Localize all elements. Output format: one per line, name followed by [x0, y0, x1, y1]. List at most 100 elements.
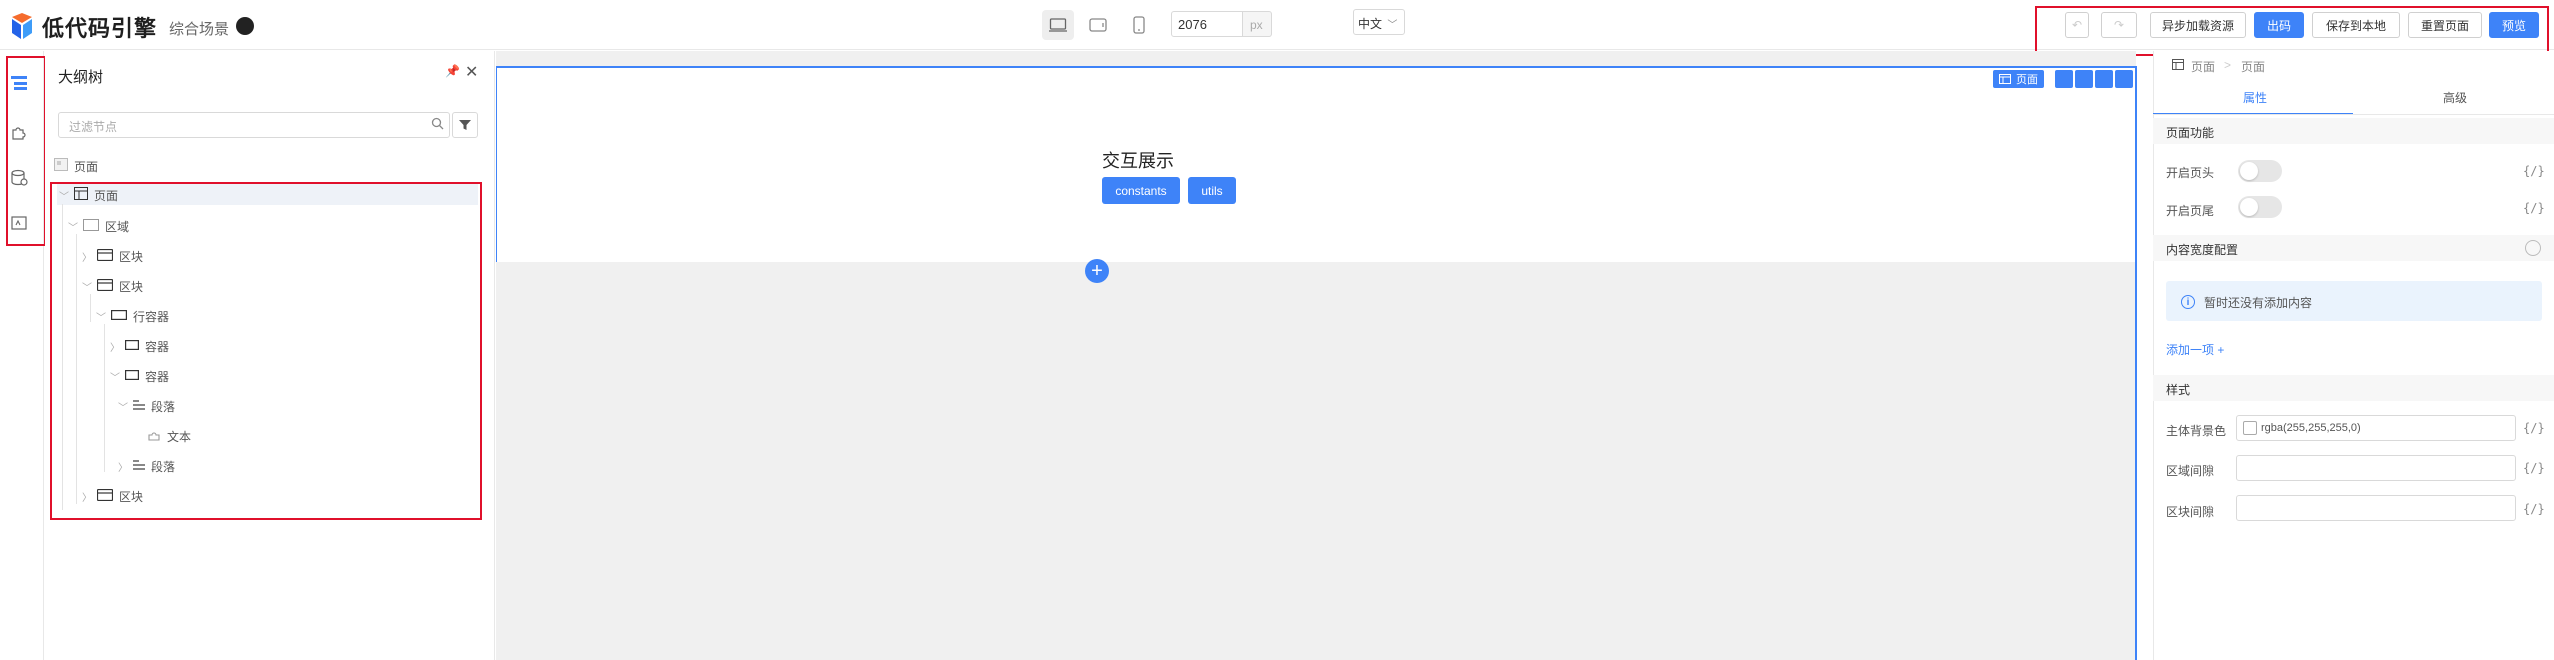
tree-row-root-page[interactable]: 页面: [50, 156, 98, 176]
row-container-icon: [110, 309, 128, 323]
tree-row-paragraph[interactable]: 〉 段落: [117, 456, 175, 476]
tree-row-label: 区域: [105, 219, 130, 234]
section-style: 样式: [2153, 375, 2554, 401]
block-icon: [96, 278, 114, 294]
chevron-down-icon[interactable]: ﹀: [95, 309, 107, 324]
variable-binding-icon[interactable]: {/}: [2523, 201, 2545, 215]
hide-icon[interactable]: [2095, 70, 2113, 88]
area-gap-input[interactable]: [2236, 455, 2516, 481]
tab-advanced[interactable]: 高级: [2443, 89, 2467, 106]
area-gap-label: 区域间隙: [2166, 464, 2215, 478]
block-gap-input[interactable]: [2236, 495, 2516, 521]
plus-icon: +: [1091, 260, 1103, 282]
breadcrumb-item: 页面: [2241, 60, 2266, 74]
delete-icon[interactable]: [2115, 70, 2133, 88]
variable-binding-icon[interactable]: {/}: [2523, 461, 2545, 475]
variable-binding-icon[interactable]: {/}: [2523, 502, 2545, 516]
tree-row-block[interactable]: ﹀ 区块: [81, 276, 143, 296]
language-select[interactable]: 中文 ﹀: [1353, 9, 1405, 35]
canvas-width-input[interactable]: 2076: [1171, 11, 1243, 37]
close-icon[interactable]: ✕: [465, 62, 478, 82]
page-tag-label: 页面: [2016, 74, 2038, 86]
chevron-right-icon[interactable]: 〉: [117, 459, 129, 474]
tree-row-block[interactable]: 〉 区块: [81, 486, 143, 506]
tree-guide-line: [90, 294, 91, 322]
demo-title: 交互展示: [1102, 151, 1174, 171]
tree-row-row-container[interactable]: ﹀ 行容器: [95, 306, 169, 326]
tree-row-paragraph[interactable]: ﹀ 段落: [117, 396, 175, 416]
code-editor-icon[interactable]: [10, 214, 28, 232]
section-content-width: 内容宽度配置: [2153, 235, 2554, 261]
tree-row-area[interactable]: ﹀ 区域: [67, 216, 129, 236]
chevron-down-icon[interactable]: ﹀: [109, 369, 121, 384]
lock-icon[interactable]: [2075, 70, 2093, 88]
tree-row-label: 文本: [167, 429, 192, 444]
chevron-down-icon[interactable]: ﹀: [67, 219, 79, 234]
variable-binding-icon[interactable]: {/}: [2523, 421, 2545, 435]
tablet-device-button[interactable]: [1082, 10, 1114, 40]
page-component-area[interactable]: [496, 66, 2136, 262]
info-icon: i: [2181, 295, 2195, 309]
setter-switch-icon[interactable]: [2525, 240, 2541, 256]
export-code-button[interactable]: 出码: [2254, 12, 2304, 38]
color-swatch[interactable]: [2243, 421, 2257, 435]
move-to-top-icon[interactable]: [2055, 70, 2073, 88]
chevron-right-icon[interactable]: 〉: [81, 489, 93, 504]
bg-color-input[interactable]: rgba(255,255,255,0): [2236, 415, 2516, 441]
utils-button[interactable]: utils: [1188, 177, 1236, 204]
phone-device-button[interactable]: [1123, 10, 1155, 40]
block-gap-label: 区块间隙: [2166, 505, 2215, 519]
save-local-button[interactable]: 保存到本地: [2312, 12, 2400, 38]
tree-row-label: 段落: [151, 399, 176, 414]
paragraph-icon: [133, 399, 145, 413]
chevron-right-icon[interactable]: 〉: [109, 339, 121, 354]
tree-row-text[interactable]: 文本: [131, 426, 191, 446]
selected-page-tag[interactable]: 页面: [1993, 70, 2044, 88]
scene-label[interactable]: 综合场景: [169, 18, 229, 39]
undo-button[interactable]: ↶: [2065, 12, 2089, 38]
chevron-down-icon[interactable]: ﹀: [58, 188, 70, 203]
undo-icon: ↶: [2071, 18, 2083, 32]
tree-row-container[interactable]: ﹀ 容器: [109, 366, 169, 386]
breadcrumb-item[interactable]: 页面: [2191, 58, 2215, 75]
show-footer-toggle[interactable]: [2238, 196, 2282, 218]
tree-row-label: 容器: [145, 369, 170, 384]
bg-color-label: 主体背景色: [2166, 424, 2227, 438]
preview-button[interactable]: 预览: [2489, 12, 2539, 38]
tree-row-label: 行容器: [133, 309, 170, 324]
outline-tree-icon[interactable]: [10, 74, 28, 92]
filter-nodes-input[interactable]: 过滤节点: [58, 112, 450, 138]
add-component-button[interactable]: +: [1085, 259, 1109, 283]
variable-binding-icon[interactable]: {/}: [2523, 164, 2545, 178]
component-library-icon[interactable]: [10, 122, 28, 140]
chevron-right-icon[interactable]: 〉: [81, 249, 93, 264]
desktop-device-button[interactable]: [1042, 10, 1074, 40]
github-icon[interactable]: [236, 17, 254, 35]
async-load-button[interactable]: 异步加载资源: [2150, 12, 2246, 38]
tab-properties[interactable]: 属性: [2243, 89, 2267, 106]
chevron-down-icon[interactable]: ﹀: [81, 279, 93, 294]
tree-row-page[interactable]: ﹀ 页面: [58, 185, 118, 205]
reset-page-button[interactable]: 重置页面: [2408, 12, 2482, 38]
tree-row-label: 区块: [119, 249, 144, 264]
desktop-icon: [1049, 18, 1067, 32]
canvas-width-unit: px: [1242, 11, 1272, 37]
block-icon: [96, 248, 114, 264]
outline-title: 大纲树: [58, 69, 104, 86]
page-layout-icon: [1999, 74, 2011, 84]
redo-button[interactable]: ↷: [2101, 12, 2137, 38]
tree-row-container[interactable]: 〉 容器: [109, 336, 169, 356]
show-footer-label: 开启页尾: [2166, 204, 2215, 218]
show-header-toggle[interactable]: [2238, 160, 2282, 182]
constants-button[interactable]: constants: [1102, 177, 1180, 204]
breadcrumb-separator: >: [2224, 58, 2232, 72]
add-item-link[interactable]: 添加一项 +: [2166, 341, 2224, 358]
chevron-down-icon[interactable]: ﹀: [117, 399, 129, 414]
data-source-icon[interactable]: [10, 169, 28, 187]
area-icon: [83, 218, 99, 234]
filter-button[interactable]: [452, 112, 478, 138]
text-component-icon: [147, 429, 161, 444]
pin-icon[interactable]: 📌: [445, 64, 460, 78]
tree-row-block[interactable]: 〉 区块: [81, 246, 143, 266]
paragraph-icon: [133, 459, 145, 473]
